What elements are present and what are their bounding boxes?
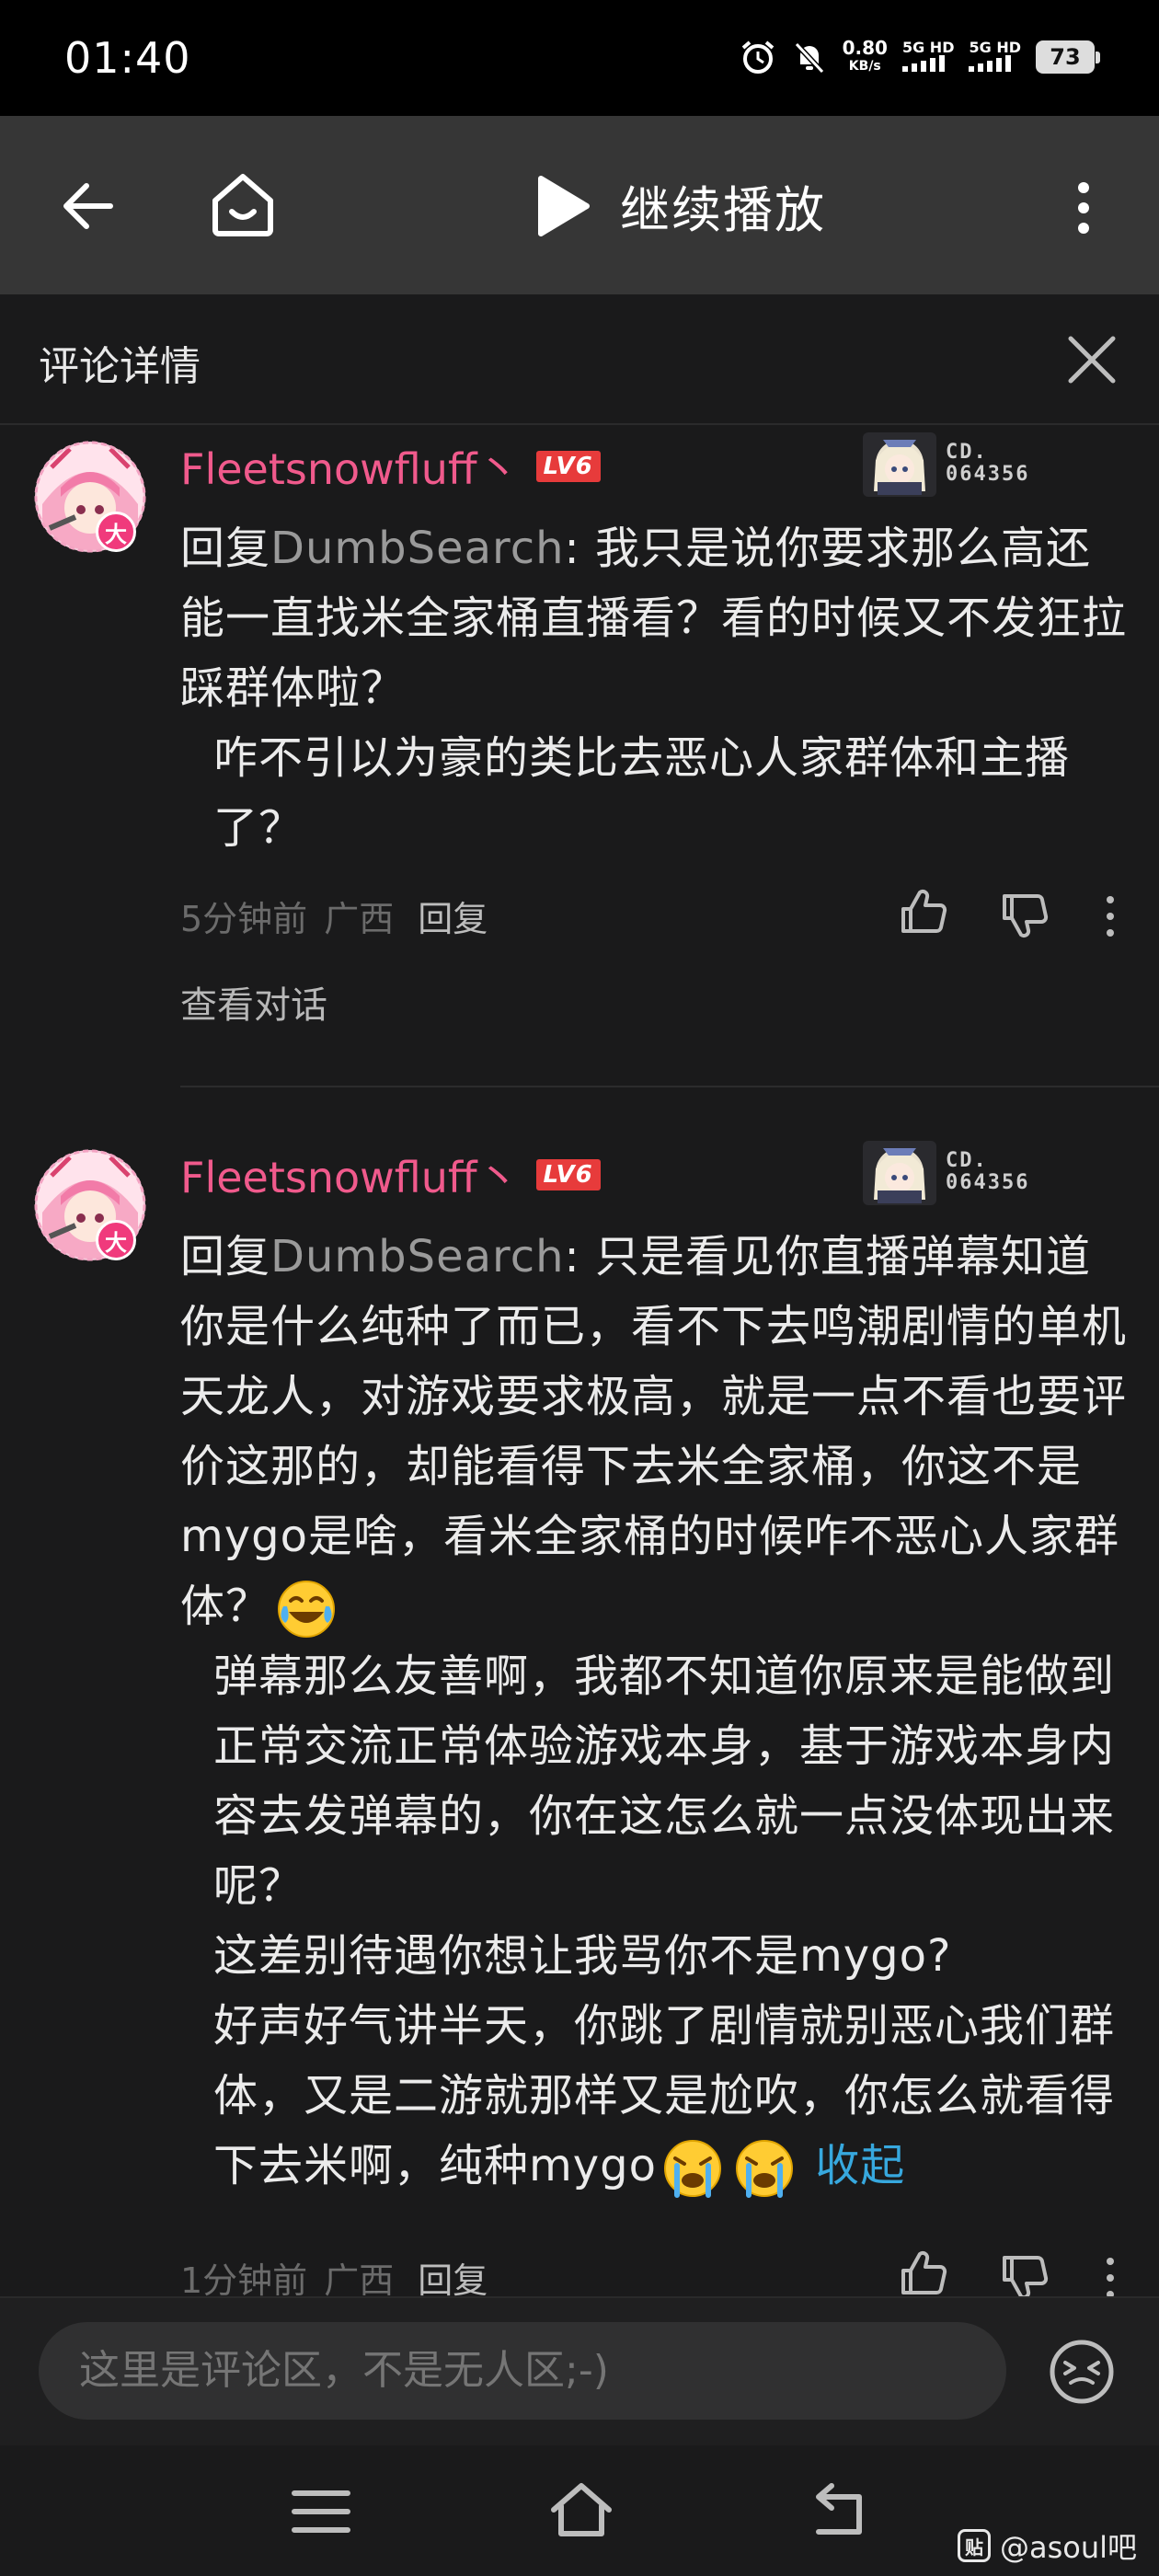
back-arrow-icon[interactable]	[55, 173, 121, 239]
page-title: 评论详情	[39, 343, 201, 390]
sob-emoji-icon	[664, 2140, 722, 2198]
comment-meta: 5分钟前 广西 回复	[180, 891, 488, 941]
network-speed-value: 0.80	[842, 37, 888, 59]
comment-text: : 只是看见你直播弹幕知道你是什么纯种了而已，看不下去鸣潮剧情的单机天龙人，对游…	[180, 1231, 1128, 1632]
reply-target-user[interactable]: DumbSearch	[270, 523, 565, 574]
status-time: 01:40	[64, 33, 191, 83]
divider	[180, 1086, 1159, 1087]
network-speed: 0.80 KB/s	[843, 39, 888, 75]
sim2-label: 5G HD	[969, 38, 1021, 56]
menu-icon[interactable]	[291, 2484, 351, 2539]
battery-indicator: 73	[1036, 40, 1100, 74]
level-badge: LV6	[535, 1159, 601, 1190]
alarm-icon	[741, 40, 774, 74]
comment-paragraph: 这差别待遇你想让我骂你不是mygo?	[213, 1930, 952, 1982]
home-tv-icon[interactable]	[208, 169, 278, 239]
comment-list: 大 Fleetsnowfluff丶 LV6 CD. 064356 回复DumbS…	[0, 427, 1159, 2296]
fan-card-prefix: CD.	[946, 1149, 988, 1172]
user-row: Fleetsnowfluff丶 LV6	[180, 1144, 601, 1205]
fan-card[interactable]: CD. 064356	[861, 1135, 1073, 1209]
sob-emoji-icon	[736, 2140, 794, 2198]
comment-paragraph: 回复DumbSearch: 我只是说你要求那么高还能一直找米全家桶直播看？看的时…	[180, 513, 1128, 723]
comment-paragraph: 咋不引以为豪的类比去恶心人家群体和主播了？	[213, 732, 1071, 854]
fan-card-number: CD. 064356	[946, 1150, 1029, 1194]
comment-body: 回复DumbSearch: 我只是说你要求那么高还能一直找米全家桶直播看？看的时…	[180, 513, 1128, 863]
status-icons: 0.80 KB/s 5G HD 5G HD 73	[740, 38, 1100, 75]
collapse-link[interactable]: 收起	[815, 2140, 905, 2191]
back-icon[interactable]	[806, 2478, 870, 2541]
signal-bars-icon	[901, 54, 945, 72]
more-vertical-icon[interactable]	[1104, 894, 1117, 938]
avatar-badge: 大	[96, 512, 136, 552]
fan-card-prefix: CD.	[946, 441, 988, 464]
system-nav-bar: 贴 @asoul吧	[0, 2445, 1159, 2576]
reply-prefix: 回复	[180, 523, 271, 574]
emoji-picker-icon[interactable]	[1049, 2339, 1115, 2405]
reply-prefix: 回复	[180, 1231, 271, 1282]
continue-play-label: 继续播放	[620, 181, 826, 239]
thumbs-down-icon[interactable]	[999, 2252, 1049, 2296]
comment-input-bar	[0, 2296, 1159, 2445]
fan-card[interactable]: CD. 064356	[861, 427, 1073, 500]
network-speed-unit: KB/s	[848, 59, 881, 74]
fan-card-id: 064356	[946, 463, 1030, 486]
close-icon[interactable]	[1065, 333, 1119, 386]
mute-bell-icon	[794, 41, 824, 75]
level-badge: LV6	[535, 451, 601, 482]
comment-location: 广西	[324, 899, 395, 939]
username[interactable]: Fleetsnowfluff丶	[180, 436, 520, 497]
comment-time: 1分钟前	[180, 2260, 308, 2296]
view-conversation-link[interactable]: 查看对话	[180, 975, 327, 1029]
comment-time: 5分钟前	[180, 899, 308, 939]
comment-input[interactable]	[39, 2322, 1006, 2420]
tieba-logo-icon: 贴	[957, 2529, 991, 2562]
sim1-signal: 5G HD	[901, 38, 955, 75]
signal-bars-icon	[969, 54, 1012, 72]
comment-paragraph: 回复DumbSearch: 只是看见你直播弹幕知道你是什么纯种了而已，看不下去鸣…	[180, 1222, 1128, 1641]
comment-location: 广西	[324, 2260, 395, 2296]
comment-paragraph: 好声好气讲半天，你跳了剧情就别恶心我们群体，又是二游就那样又是尬吹，你怎么就看得…	[180, 1991, 1128, 2201]
sim1-label: 5G HD	[901, 38, 955, 56]
comment-meta: 1分钟前 广西 回复	[180, 2252, 488, 2296]
reply-button[interactable]: 回复	[418, 2252, 488, 2296]
thumbs-up-icon[interactable]	[898, 2248, 947, 2296]
home-icon[interactable]	[548, 2478, 614, 2541]
comment-body: 回复DumbSearch: 只是看见你直播弹幕知道你是什么纯种了而已，看不下去鸣…	[180, 1222, 1128, 2201]
comment-detail-header: 评论详情	[0, 294, 1159, 425]
laugh-cry-emoji-icon	[278, 1581, 336, 1638]
more-vertical-icon[interactable]	[1104, 2256, 1117, 2296]
user-row: Fleetsnowfluff丶 LV6	[180, 436, 601, 497]
continue-play-button[interactable]: 继续播放	[534, 169, 826, 242]
more-vertical-icon[interactable]	[1073, 180, 1095, 236]
fan-card-character-icon	[863, 1141, 936, 1205]
play-icon	[538, 175, 590, 236]
reply-target-user[interactable]: DumbSearch	[270, 1231, 565, 1282]
avatar-badge: 大	[96, 1220, 136, 1260]
comment-paragraph: 弹幕那么友善啊，我都不知道你原来是能做到正常交流正常体验游戏本身，基于游戏本身内…	[213, 1650, 1116, 1912]
watermark: 贴 @asoul吧	[957, 2524, 1137, 2567]
fan-card-character-icon	[863, 432, 936, 497]
sim2-signal: 5G HD	[969, 40, 1021, 75]
fan-card-number: CD. 064356	[946, 442, 1029, 486]
thumbs-up-icon[interactable]	[898, 887, 947, 937]
app-header: 继续播放	[0, 116, 1159, 294]
status-bar: 01:40 0.80 KB/s 5G HD 5G HD 73	[0, 0, 1159, 116]
thumbs-down-icon[interactable]	[999, 891, 1049, 940]
reply-button[interactable]: 回复	[418, 891, 488, 941]
fan-card-id: 064356	[946, 1171, 1030, 1194]
username[interactable]: Fleetsnowfluff丶	[180, 1144, 520, 1205]
watermark-text: @asoul吧	[999, 2530, 1137, 2565]
